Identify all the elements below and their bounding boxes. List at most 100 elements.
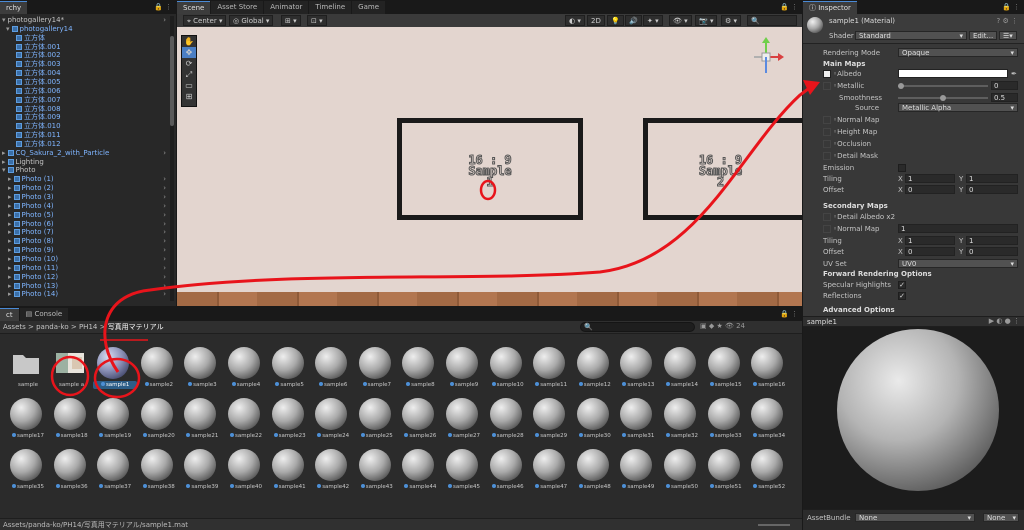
chevron-right-icon[interactable]: › [163, 282, 166, 291]
chevron-right-icon[interactable]: › [163, 220, 166, 229]
normal-map-2-slot[interactable] [823, 225, 831, 233]
thumbnail-size-slider[interactable] [758, 524, 790, 526]
asset-item[interactable]: sample45 [442, 447, 482, 493]
offset-2-x-field[interactable]: 0 [905, 247, 955, 256]
panel-menu-icon[interactable]: 🔒 ⋮ [1002, 1, 1024, 14]
hierarchy-item-cube[interactable]: 立方体.003 [0, 60, 170, 69]
move-tool-icon[interactable]: ✥ [182, 47, 196, 58]
hand-tool-icon[interactable]: ✋ [182, 36, 196, 47]
asset-item[interactable]: sample28 [486, 396, 526, 442]
hierarchy-item-cube[interactable]: 立方体.009 [0, 113, 170, 122]
chevron-right-icon[interactable]: › [163, 184, 166, 193]
asset-item[interactable]: sample1 [93, 345, 138, 391]
material-preview[interactable] [803, 327, 1024, 509]
asset-item[interactable]: sample11 [529, 345, 569, 391]
normal-map-slot[interactable] [823, 116, 831, 124]
hierarchy-scrollbar[interactable] [170, 16, 174, 301]
asset-item[interactable]: sample43 [355, 447, 395, 493]
chevron-right-icon[interactable]: › [163, 290, 166, 299]
space-dropdown[interactable]: ◎ Global ▾ [229, 15, 274, 26]
shader-menu-icon[interactable]: ☰▾ [999, 31, 1017, 40]
expand-arrow-icon[interactable]: ▸ [8, 255, 12, 263]
preview-controls-icon[interactable]: ▶ ◐ ● ⋮ [989, 317, 1020, 325]
asset-item[interactable]: sample32 [660, 396, 700, 442]
offset-y-field[interactable]: 0 [966, 185, 1018, 194]
chevron-right-icon[interactable]: › [163, 16, 166, 25]
hierarchy-item-photo-child[interactable]: ▸ Photo (3) › [0, 193, 170, 202]
metallic-value-field[interactable]: 0 [991, 81, 1018, 90]
hierarchy-item-photo-child[interactable]: ▸ Photo (10) › [0, 255, 170, 264]
expand-arrow-icon[interactable]: ▸ [8, 282, 12, 290]
offset-2-y-field[interactable]: 0 [966, 247, 1018, 256]
effects-toggle-icon[interactable]: ✦ ▾ [643, 15, 663, 26]
hierarchy-item-cube[interactable]: 立方体.005 [0, 78, 170, 87]
asset-item[interactable]: sample10 [486, 345, 526, 391]
hierarchy-scene-root[interactable]: ▾ photogallery14* › [0, 16, 170, 25]
asset-item[interactable]: sample35 [6, 447, 46, 493]
panel-menu-icon[interactable]: 🔒 ⋮ [154, 1, 176, 14]
panel-menu-icon[interactable]: 🔒 ⋮ [780, 308, 802, 321]
audio-toggle-icon[interactable]: 🔊 [625, 15, 642, 26]
asset-item[interactable]: sample8 [398, 345, 438, 391]
chevron-right-icon[interactable]: › [163, 237, 166, 246]
asset-item[interactable]: sample23 [268, 396, 308, 442]
asset-item[interactable]: sample37 [93, 447, 133, 493]
asset-item[interactable]: sample19 [93, 396, 133, 442]
draw-mode-button[interactable]: ◐ ▾ [565, 15, 585, 26]
asset-item[interactable]: sample42 [311, 447, 351, 493]
asset-item[interactable]: sample47 [529, 447, 569, 493]
asset-item[interactable]: sample29 [529, 396, 569, 442]
expand-arrow-icon[interactable]: ▸ [2, 149, 6, 157]
project-filter-icons[interactable]: ▣ ◆ ★ 👁 24 [700, 322, 745, 330]
hierarchy-item-photo-child[interactable]: ▸ Photo (9) › [0, 246, 170, 255]
hierarchy-item-cube[interactable]: 立方体 [0, 34, 170, 43]
tab-hierarchy[interactable]: rchy [0, 1, 28, 14]
hierarchy-item-photo-child[interactable]: ▸ Photo (6) › [0, 220, 170, 229]
shader-dropdown[interactable]: Standard ▾ [855, 31, 967, 40]
chevron-right-icon[interactable]: › [163, 246, 166, 255]
hierarchy-item-lighting[interactable]: ▸ Lighting [0, 158, 170, 167]
asset-item[interactable]: sample14 [660, 345, 700, 391]
asset-item[interactable]: sample16 [747, 345, 787, 391]
rotate-tool-icon[interactable]: ⟳ [182, 58, 196, 69]
asset-item[interactable]: sample4 [224, 345, 264, 391]
reflections-checkbox[interactable]: ✓ [898, 292, 906, 300]
gizmos-dropdown[interactable]: ⚙ ▾ [721, 15, 742, 26]
asset-item[interactable]: sample9 [442, 345, 482, 391]
asset-item[interactable]: sample44 [398, 447, 438, 493]
chevron-right-icon[interactable]: › [163, 255, 166, 264]
photo-frame-1[interactable]: 16 : 9 Sample 1 [397, 118, 583, 220]
chevron-right-icon[interactable]: › [163, 149, 166, 158]
expand-arrow-icon[interactable]: ▸ [8, 193, 12, 201]
rect-tool-icon[interactable]: ▭ [182, 80, 196, 91]
asset-bundle-dropdown[interactable]: None ▾ [855, 513, 975, 522]
chevron-right-icon[interactable]: › [163, 202, 166, 211]
asset-item[interactable]: sample a [50, 345, 90, 391]
panel-menu-icon[interactable]: 🔒 ⋮ [780, 1, 802, 14]
chevron-right-icon[interactable]: › [163, 175, 166, 184]
chevron-right-icon[interactable]: › [163, 211, 166, 220]
project-search-input[interactable]: 🔍 [580, 322, 695, 332]
increment-snap-button[interactable]: ⊡ ▾ [307, 15, 327, 26]
rendering-mode-dropdown[interactable]: Opaque ▾ [898, 48, 1018, 57]
pivot-dropdown[interactable]: ⌖ Center ▾ [183, 15, 227, 26]
detail-mask-slot[interactable] [823, 152, 831, 160]
tab-inspector[interactable]: ⓘ Inspector [803, 1, 857, 14]
expand-arrow-icon[interactable]: ▾ [6, 25, 10, 33]
expand-arrow-icon[interactable]: ▸ [8, 175, 12, 183]
breadcrumb-material-folder[interactable]: 写真用マテリアル [108, 323, 164, 331]
source-dropdown[interactable]: Metallic Alpha ▾ [898, 103, 1018, 112]
asset-item[interactable]: sample50 [660, 447, 700, 493]
expand-arrow-icon[interactable]: ▸ [8, 184, 12, 192]
hierarchy-item-photo-child[interactable]: ▸ Photo (2) › [0, 184, 170, 193]
height-map-slot[interactable] [823, 128, 831, 136]
asset-item[interactable]: sample51 [704, 447, 744, 493]
asset-item[interactable]: sample7 [355, 345, 395, 391]
grid-snap-button[interactable]: ⊞ ▾ [281, 15, 301, 26]
tab-game[interactable]: Game [352, 1, 386, 14]
asset-item[interactable]: sample34 [747, 396, 787, 442]
chevron-right-icon[interactable]: › [163, 193, 166, 202]
asset-item[interactable]: sample3 [180, 345, 220, 391]
hierarchy-item-cube[interactable]: 立方体.007 [0, 96, 170, 105]
hierarchy-item-cube[interactable]: 立方体.002 [0, 51, 170, 60]
